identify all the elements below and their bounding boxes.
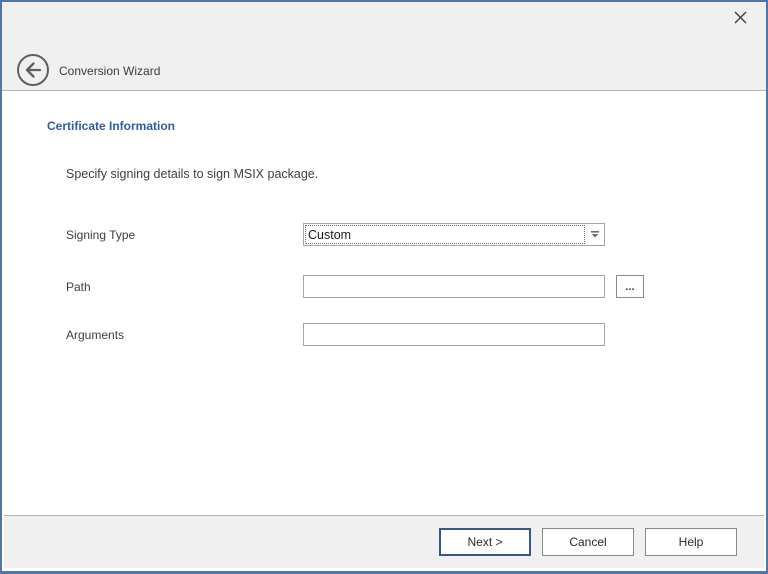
back-button[interactable] [16, 53, 50, 87]
chevron-down-icon[interactable] [586, 224, 604, 245]
cancel-button[interactable]: Cancel [542, 528, 634, 556]
wizard-title: Conversion Wizard [59, 64, 160, 78]
page-description: Specify signing details to sign MSIX pac… [66, 167, 318, 181]
page-title: Certificate Information [47, 119, 175, 133]
close-button[interactable] [728, 7, 752, 31]
signing-type-dropdown[interactable]: Custom [303, 223, 605, 246]
arguments-label: Arguments [66, 328, 124, 342]
conversion-wizard-window: Conversion Wizard Certificate Informatio… [0, 0, 768, 574]
signing-type-label: Signing Type [66, 228, 135, 242]
browse-button[interactable]: ... [616, 275, 644, 298]
next-button[interactable]: Next > [439, 528, 531, 556]
path-input[interactable] [303, 275, 605, 298]
back-arrow-icon [16, 75, 50, 90]
wizard-header: Conversion Wizard [2, 2, 766, 91]
wizard-content: Certificate Information Specify signing … [2, 91, 766, 518]
help-button[interactable]: Help [645, 528, 737, 556]
signing-type-value: Custom [304, 224, 586, 245]
wizard-footer: Next > Cancel Help [4, 515, 764, 568]
close-icon [733, 10, 748, 28]
path-label: Path [66, 280, 91, 294]
arguments-input[interactable] [303, 323, 605, 346]
